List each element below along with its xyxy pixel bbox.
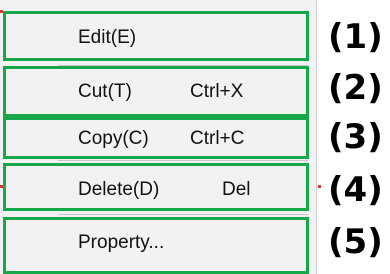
edge-mark bbox=[0, 185, 3, 188]
annotation-number-1: (1) bbox=[328, 17, 383, 57]
highlight-box-1 bbox=[3, 11, 309, 61]
menu-separator bbox=[58, 160, 308, 161]
highlight-box-5 bbox=[3, 217, 309, 274]
annotation-number-4: (4) bbox=[328, 170, 383, 210]
highlight-box-3 bbox=[3, 117, 309, 159]
edge-mark bbox=[318, 185, 321, 188]
annotation-number-5: (5) bbox=[328, 222, 383, 262]
annotation-number-3: (3) bbox=[328, 117, 383, 157]
annotation-number-2: (2) bbox=[328, 68, 383, 108]
menu-separator bbox=[58, 214, 308, 215]
highlight-box-4 bbox=[3, 163, 309, 211]
highlight-box-2 bbox=[3, 66, 309, 117]
edge-mark bbox=[0, 10, 3, 13]
